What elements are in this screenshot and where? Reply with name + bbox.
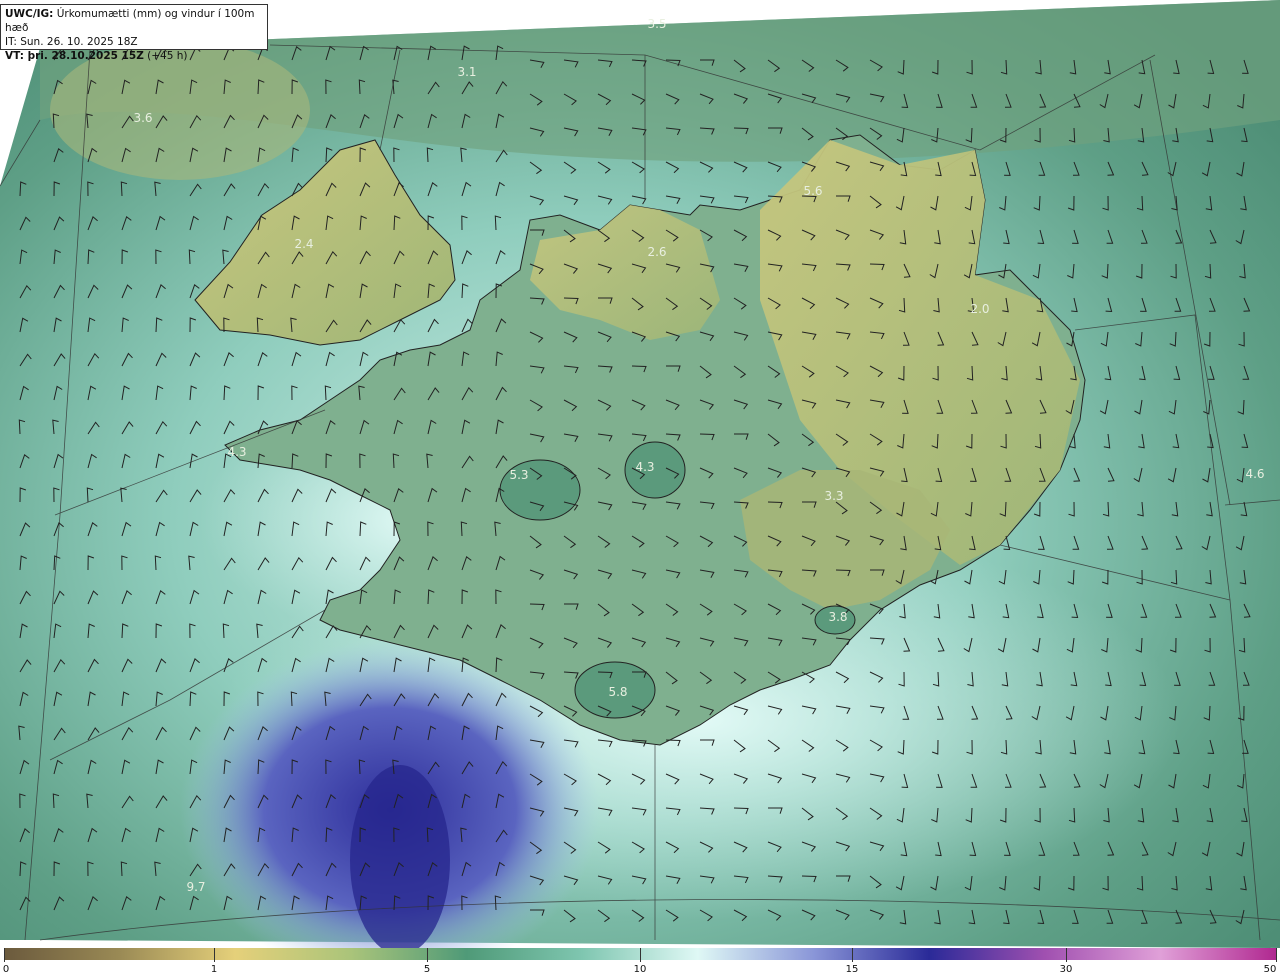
color-scale-tick [4, 948, 5, 962]
map-value-label: 4.3 [227, 445, 246, 459]
map-value-label: 2.6 [647, 245, 666, 259]
color-scale-tick-label: 5 [423, 964, 431, 975]
color-scale-bar: 0 1 5 10 15 30 50 [0, 948, 1280, 978]
map-value-label: 3.6 [133, 111, 152, 125]
color-scale-tick [427, 948, 428, 962]
map-value-label: 2.4 [294, 237, 313, 251]
legend-init-time: IT: Sun. 26. 10. 2025 18Z [5, 36, 138, 48]
map-value-label: 4.3 [635, 460, 654, 474]
map-value-label: 5.8 [608, 685, 627, 699]
map-value-label: 5.6 [803, 184, 822, 198]
map-value-label: 3.5 [647, 17, 666, 31]
map-value-label: 5.3 [509, 468, 528, 482]
map-value-label: 9.7 [186, 880, 205, 894]
legend-valid-time: VT: þri. 28.10.2025 15Z [5, 50, 144, 62]
weather-map: 3.5 3.1 3.6 5.6 2.4 2.6 2.0 4.3 5.3 4.3 3.3 4.6 3.8 5… [0, 0, 1280, 948]
map-legend-box: UWC/IG: Úrkomumætti (mm) og vindur í 100… [0, 4, 268, 62]
color-scale-tick [640, 948, 641, 962]
color-scale-tick [214, 948, 215, 962]
map-value-label: 3.3 [824, 489, 843, 503]
color-scale-tick [1066, 948, 1067, 962]
precip-max-core [350, 765, 450, 948]
map-value-label: 3.1 [457, 65, 476, 79]
legend-model: UWC/IG: [5, 8, 54, 20]
color-scale-tick-label: 50 [1263, 964, 1277, 975]
color-scale-tick-label: 10 [633, 964, 647, 975]
color-scale-tick-label: 30 [1059, 964, 1073, 975]
legend-lead: (+45 h) [147, 50, 188, 62]
color-scale-tick-label: 1 [210, 964, 218, 975]
map-value-label: 2.0 [970, 302, 989, 316]
color-scale-tick [1276, 948, 1277, 962]
color-scale-tick-label: 15 [845, 964, 859, 975]
color-scale-tick-label: 0 [2, 964, 10, 975]
color-scale-tick [852, 948, 853, 962]
map-value-label: 3.8 [828, 610, 847, 624]
map-value-label: 4.6 [1245, 467, 1264, 481]
